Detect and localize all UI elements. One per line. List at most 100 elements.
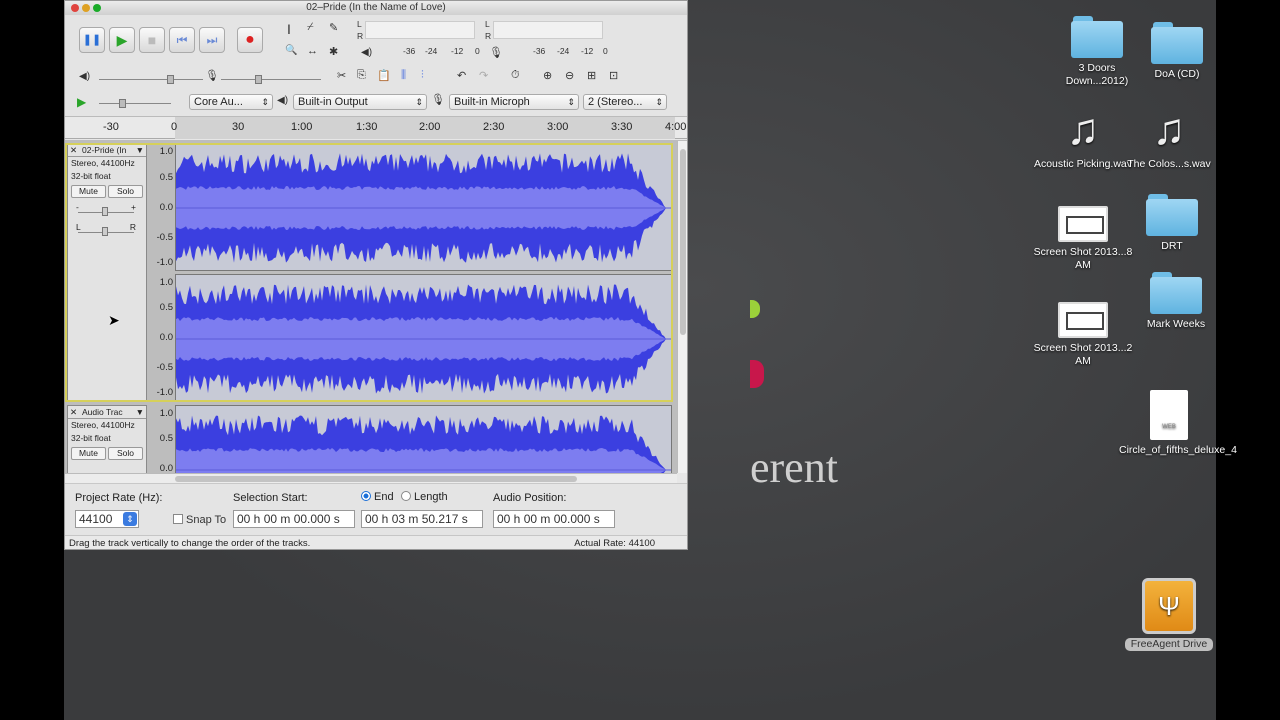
snap-to-checkbox[interactable]: Snap To [173,514,226,526]
waveform-left-channel[interactable] [175,143,672,271]
desktop-icon-doa[interactable]: DoA (CD) [1127,20,1227,81]
desktop-icon-drt[interactable]: DRT [1122,192,1222,253]
mouse-cursor-icon: ➤ [108,312,120,328]
paste-icon[interactable]: 📋 [377,69,391,82]
play-speed-slider[interactable] [99,103,171,104]
fit-selection-icon[interactable]: ⊞ [587,69,596,82]
output-device-icon: ◀) [277,95,289,106]
mic-gain-icon: 🎙 [205,70,219,82]
trim-icon[interactable]: ⫼ [401,69,406,82]
output-volume-slider[interactable] [99,79,203,80]
track-name-menu[interactable]: ✕ Audio Trac ▼ [68,406,146,419]
chevron-down-icon: ▼ [135,407,144,417]
waveform-second-track[interactable] [175,405,672,473]
desktop-icon-freeagent-drive[interactable]: Ψ FreeAgent Drive [1119,578,1219,651]
ruler-label: 3:00 [547,121,569,133]
envelope-tool[interactable]: ⌿ [307,21,314,34]
timeline-ruler[interactable]: -30 0 30 1:00 1:30 2:00 2:30 3:00 3:30 4… [65,117,687,139]
web-document-icon: WEB [1150,390,1188,440]
copy-icon[interactable]: ⎘ [357,69,366,82]
folder-icon [1071,14,1123,58]
wallpaper-text: erent [750,443,838,492]
mute-button[interactable]: Mute [71,447,106,460]
ruler-label: 2:00 [419,121,441,133]
pause-button[interactable]: ❚❚ [79,27,105,53]
ruler-label: -30 [103,121,119,133]
desktop-icon-screenshot-2[interactable]: Screen Shot 2013...2 AM [1033,302,1133,368]
title-bar[interactable]: 02–Pride (In the Name of Love) [65,1,687,15]
zoom-in-icon[interactable]: ⊕ [543,69,552,82]
mute-button[interactable]: Mute [71,185,106,198]
track-control-panel[interactable]: ✕ Audio Trac ▼ Stereo, 44100Hz 32-bit fl… [67,405,147,473]
vertical-scale[interactable]: 1.0 0.5 0.0 [149,405,175,473]
time-shift-tool[interactable]: ↔ [307,45,318,57]
output-tick: -36 [403,46,416,56]
desktop-icon-circle-of-fifths[interactable]: WEB Circle_of_fifths_deluxe_4 [1119,390,1237,457]
fit-project-icon[interactable]: ⊡ [609,69,618,82]
close-track-icon[interactable]: ✕ [70,144,77,156]
undo-icon[interactable]: ↶ [457,69,466,82]
skip-to-end-button[interactable]: ⏭ [199,27,225,53]
selection-start-label: Selection Start: [233,492,308,504]
sync-lock-icon[interactable]: ⏱ [511,69,520,82]
input-channels-select[interactable]: 2 (Stereo... [583,94,667,110]
play-speed-knob[interactable] [119,99,126,108]
record-button[interactable]: ● [237,27,263,53]
desktop-icon-colosseum[interactable]: ♫ The Colos...s.wav [1119,106,1219,171]
close-window-button[interactable] [71,4,79,12]
selection-tool[interactable]: I [287,21,291,37]
desktop-icon-mark-weeks[interactable]: Mark Weeks [1126,270,1226,331]
play-button[interactable]: ▶ [109,27,135,53]
desktop-icon-screenshot-1[interactable]: Screen Shot 2013...8 AM [1033,206,1133,272]
track-control-panel[interactable]: ✕ 02-Pride (In ▼ Stereo, 44100Hz 32-bit … [67,143,147,401]
silence-icon[interactable]: ⫶ [421,69,424,82]
minimize-window-button[interactable] [82,4,90,12]
cut-icon[interactable]: ✂ [337,69,346,82]
vertical-scale[interactable]: 1.0 0.5 0.0 -0.5 -1.0 [149,274,175,402]
zoom-tool[interactable]: 🔍 [285,45,297,56]
output-meter-r: R [357,31,364,41]
pan-slider[interactable]: L R [68,222,146,244]
microphone-icon: 🎙 [489,47,503,59]
selection-end-field[interactable]: 00 h 03 m 50.217 s [361,510,483,528]
skip-to-start-button[interactable]: ⏮ [169,27,195,53]
project-rate-combo[interactable]: 44100 ⇕ [75,510,139,528]
output-tick: 0 [475,46,480,56]
close-track-icon[interactable]: ✕ [70,406,77,418]
vertical-scrollbar[interactable] [677,141,687,473]
output-tick: -12 [451,46,464,56]
input-device-icon: 🎙 [431,94,445,106]
desktop-icon-acoustic-picking[interactable]: ♫ Acoustic Picking.wav [1033,106,1133,171]
scrollbar-thumb[interactable] [175,476,577,482]
output-meter-l: L [357,19,362,29]
input-volume-knob[interactable] [255,75,262,84]
audio-position-field[interactable]: 00 h 00 m 00.000 s [493,510,615,528]
zoom-out-icon[interactable]: ⊖ [565,69,574,82]
output-device-select[interactable]: Built-in Output [293,94,427,110]
input-device-select[interactable]: Built-in Microph [449,94,579,110]
screenshot-icon [1058,206,1108,242]
solo-button[interactable]: Solo [108,447,143,460]
vertical-scale[interactable]: 1.0 0.5 0.0 -0.5 -1.0 [149,143,175,271]
input-volume-slider[interactable] [221,79,321,80]
waveform-right-channel[interactable] [175,274,672,402]
end-radio[interactable]: End [361,491,394,503]
audacity-window: 02–Pride (In the Name of Love) ❚❚ ▶ ■ ⏮ … [64,0,688,550]
recording-meter[interactable] [365,21,475,39]
redo-icon[interactable]: ↷ [479,69,488,82]
solo-button[interactable]: Solo [108,185,143,198]
stepper-icon[interactable]: ⇕ [123,512,137,526]
multi-tool[interactable]: ✱ [329,45,338,58]
selection-start-field[interactable]: 00 h 00 m 00.000 s [233,510,355,528]
scrollbar-thumb[interactable] [680,149,686,335]
track-name-menu[interactable]: ✕ 02-Pride (In ▼ [68,144,146,157]
length-radio[interactable]: Length [401,491,448,503]
playback-meter[interactable] [493,21,603,39]
output-volume-knob[interactable] [167,75,174,84]
draw-tool[interactable]: ✎ [329,21,338,34]
horizontal-scrollbar[interactable] [65,473,677,483]
zoom-window-button[interactable] [93,4,101,12]
play-at-speed-button[interactable]: ▶ [77,95,86,109]
stop-button[interactable]: ■ [139,27,165,53]
audio-host-select[interactable]: Core Au... [189,94,273,110]
